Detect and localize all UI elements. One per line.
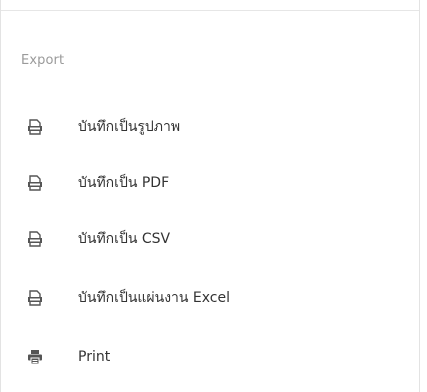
print-item[interactable]: Print xyxy=(1,334,419,380)
excel-file-icon xyxy=(27,290,43,306)
csv-file-icon xyxy=(27,231,43,247)
export-menu: Export บันทึกเป็นรูปภาพ บันทึกเป็น PDF บ… xyxy=(0,0,420,392)
export-image-item[interactable]: บันทึกเป็นรูปภาพ xyxy=(1,104,419,150)
export-pdf-item[interactable]: บันทึกเป็น PDF xyxy=(1,160,419,206)
export-excel-label: บันทึกเป็นแผ่นงาน Excel xyxy=(78,290,231,306)
export-image-label: บันทึกเป็นรูปภาพ xyxy=(78,119,181,135)
export-excel-item[interactable]: บันทึกเป็นแผ่นงาน Excel xyxy=(1,275,419,321)
image-file-icon xyxy=(27,119,43,135)
export-section-label: Export xyxy=(21,53,65,68)
export-csv-label: บันทึกเป็น CSV xyxy=(78,231,171,247)
export-pdf-label: บันทึกเป็น PDF xyxy=(78,175,170,191)
print-label: Print xyxy=(78,349,111,365)
menu-top-divider xyxy=(1,10,419,11)
printer-icon xyxy=(27,349,43,365)
pdf-file-icon xyxy=(27,175,43,191)
export-csv-item[interactable]: บันทึกเป็น CSV xyxy=(1,216,419,262)
